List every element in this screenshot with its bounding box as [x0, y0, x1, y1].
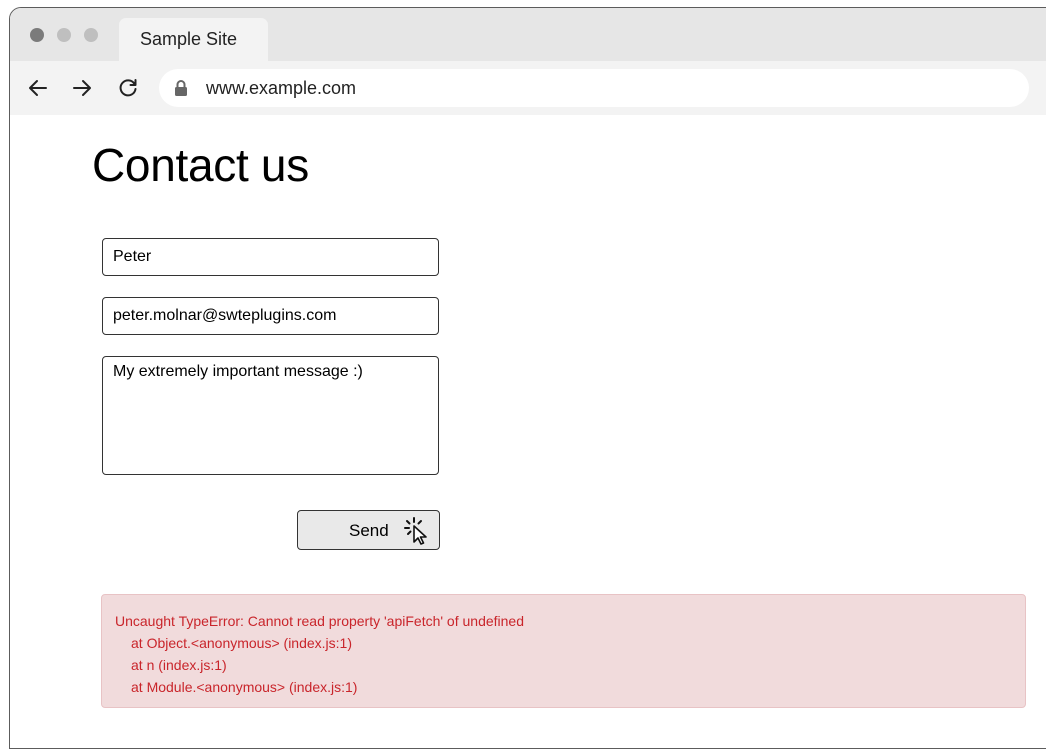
maximize-window-button[interactable] — [84, 28, 98, 42]
send-button[interactable]: Send — [297, 510, 440, 550]
minimize-window-button[interactable] — [57, 28, 71, 42]
page-content: Contact us My extremely important messag… — [10, 115, 1046, 748]
error-stack-line: at Object.<anonymous> (index.js:1) — [131, 635, 353, 651]
browser-tab[interactable]: Sample Site — [119, 18, 268, 61]
lock-icon — [174, 79, 188, 97]
close-window-button[interactable] — [30, 28, 44, 42]
error-stack-line: at n (index.js:1) — [131, 657, 227, 673]
tab-title: Sample Site — [140, 29, 238, 49]
browser-titlebar: Sample Site — [10, 8, 1046, 61]
send-button-label: Send — [349, 521, 389, 540]
error-stack-line: at Module.<anonymous> (index.js:1) — [131, 679, 358, 695]
forward-arrow-icon[interactable] — [71, 77, 93, 99]
browser-toolbar: www.example.com — [10, 61, 1046, 115]
url-text: www.example.com — [206, 78, 357, 98]
reload-icon[interactable] — [117, 77, 139, 99]
page-title: Contact us — [92, 139, 309, 191]
click-cursor-icon — [404, 517, 430, 545]
error-message-box: Uncaught TypeError: Cannot read property… — [101, 594, 1026, 708]
email-field[interactable] — [102, 297, 439, 335]
name-field[interactable] — [102, 238, 439, 276]
address-bar[interactable]: www.example.com — [159, 69, 1029, 107]
error-line: Uncaught TypeError: Cannot read property… — [115, 613, 525, 629]
message-field[interactable]: My extremely important message :) — [102, 356, 439, 475]
browser-window: Sample Site www.example.com Contact us P… — [9, 7, 1046, 749]
back-arrow-icon[interactable] — [27, 77, 49, 99]
